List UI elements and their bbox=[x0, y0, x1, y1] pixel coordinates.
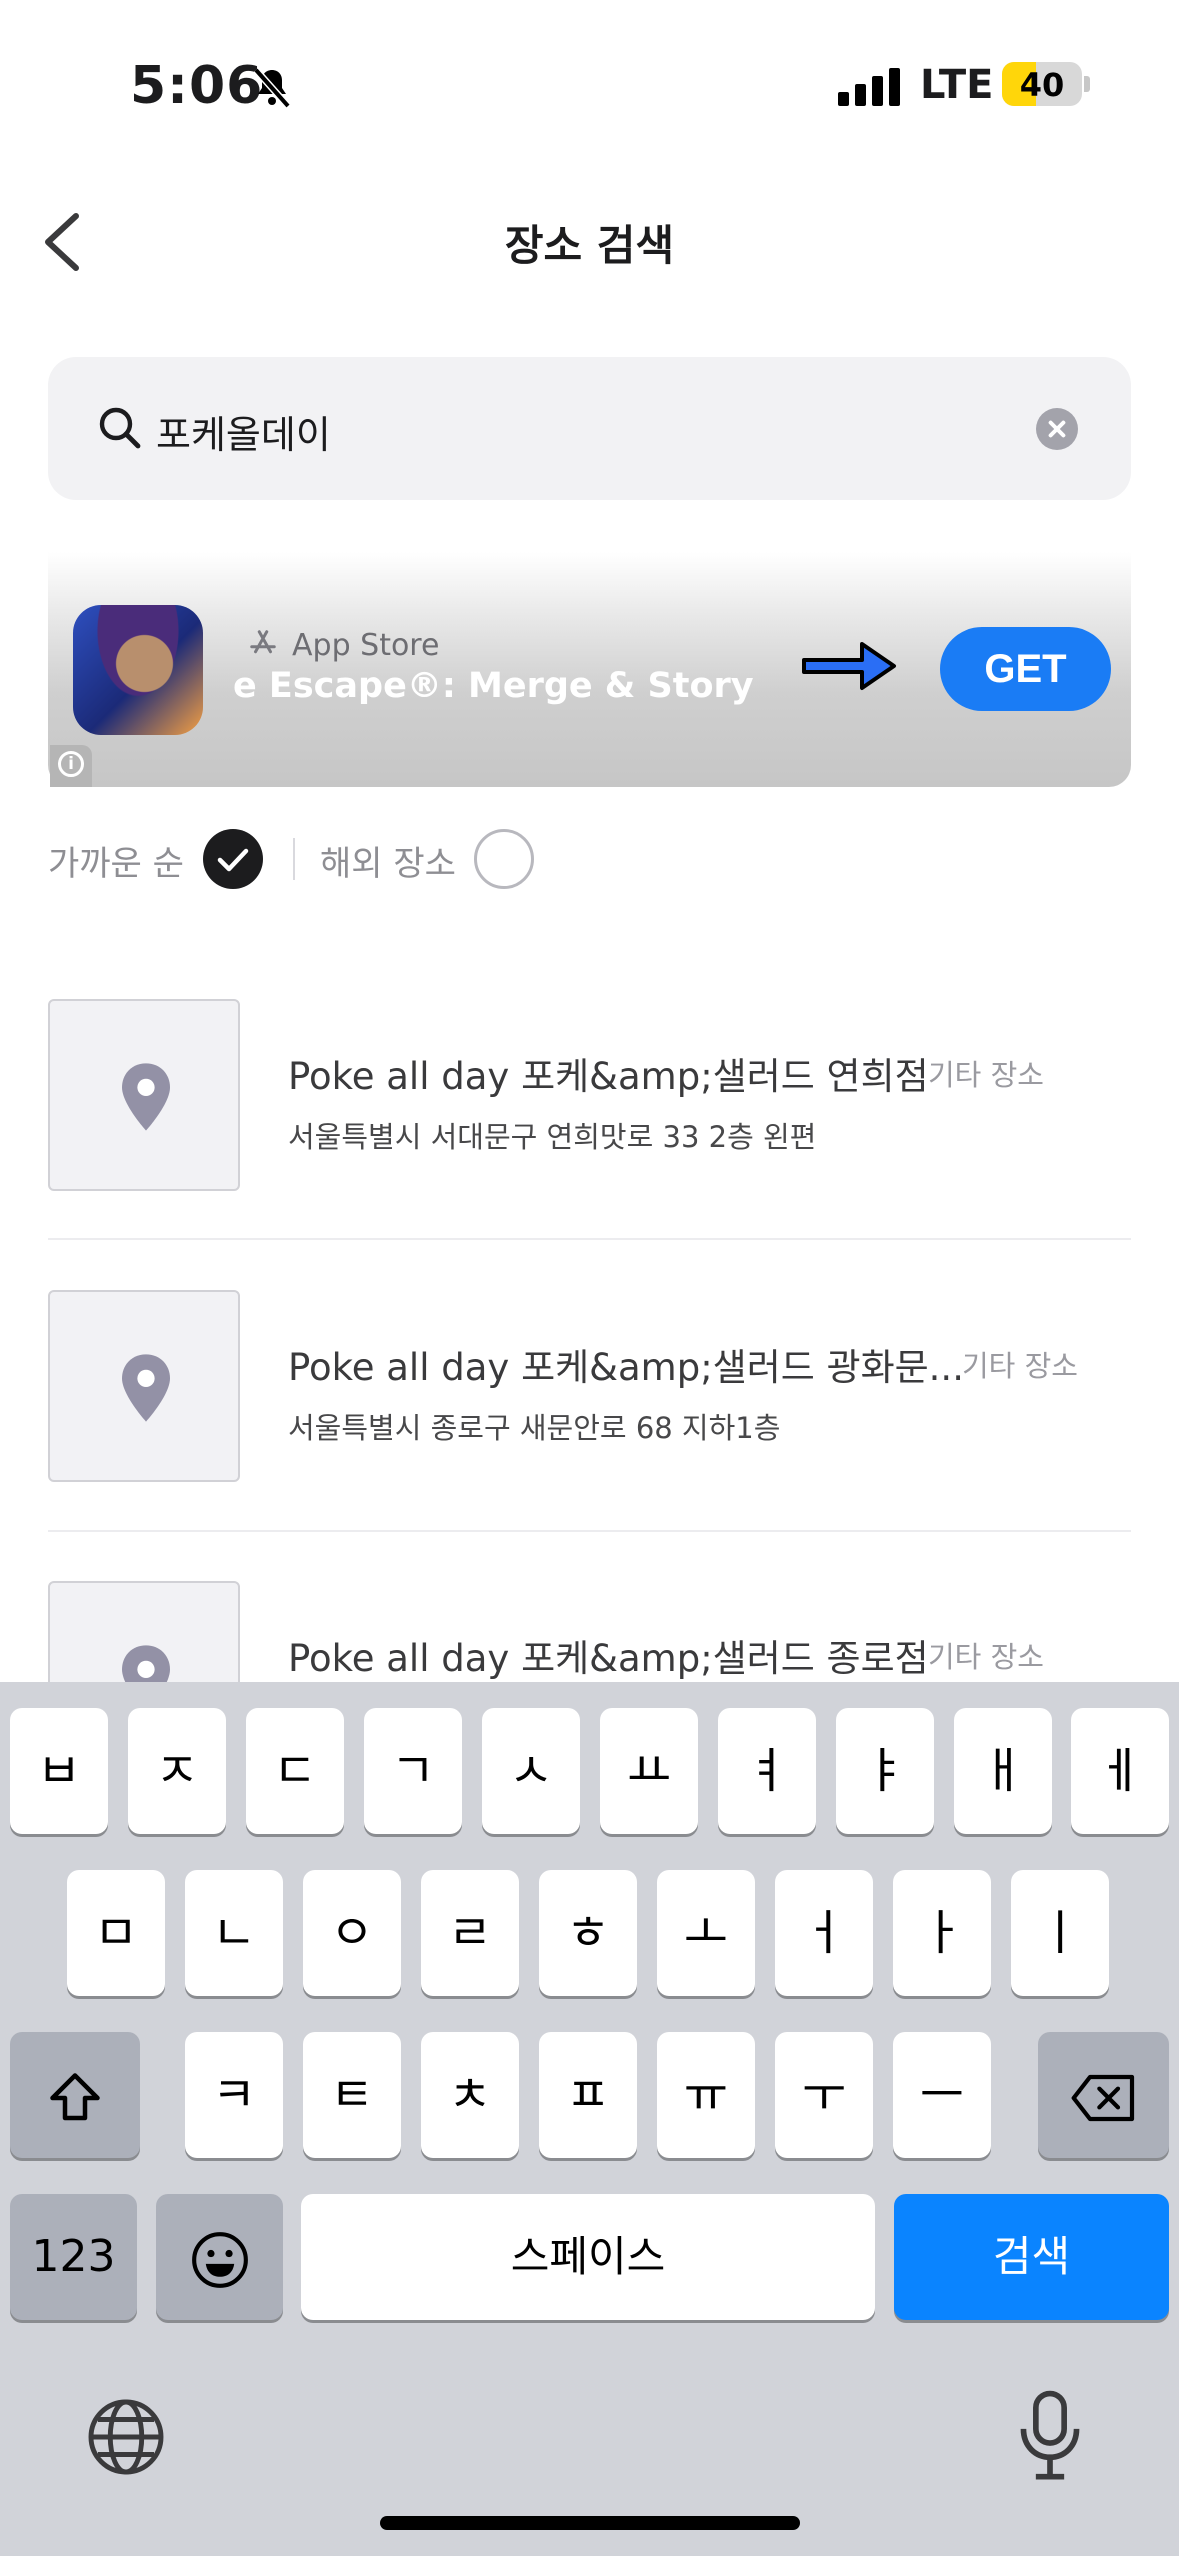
map-pin-icon bbox=[122, 1354, 170, 1422]
search-return-key[interactable]: 검색 bbox=[894, 2194, 1169, 2320]
radio-unchecked-icon[interactable] bbox=[474, 829, 534, 889]
app-icon[interactable] bbox=[73, 605, 203, 735]
cellular-signal-icon bbox=[838, 66, 900, 106]
page-title: 장소 검색 bbox=[504, 221, 675, 270]
key[interactable]: ㅎ bbox=[539, 1870, 637, 1996]
battery-icon: 40 bbox=[1002, 62, 1082, 106]
list-divider bbox=[48, 1238, 1131, 1240]
place-thumbnail[interactable] bbox=[48, 1290, 240, 1482]
key[interactable]: ㅗ bbox=[657, 1870, 755, 1996]
key[interactable]: ㅍ bbox=[539, 2032, 637, 2158]
key[interactable]: ㅂ bbox=[10, 1708, 108, 1834]
search-input[interactable]: 포케올데이 bbox=[156, 404, 331, 459]
battery-cap bbox=[1084, 76, 1090, 92]
place-thumbnail[interactable] bbox=[48, 999, 240, 1191]
checkmark-icon[interactable] bbox=[203, 829, 263, 889]
network-type: LTE bbox=[920, 62, 994, 108]
app-store-icon bbox=[250, 630, 276, 654]
shift-icon bbox=[50, 2073, 100, 2121]
numbers-key[interactable]: 123 bbox=[10, 2194, 137, 2320]
key[interactable]: ㅐ bbox=[954, 1708, 1052, 1834]
ad-info-icon[interactable]: i bbox=[50, 745, 92, 787]
key[interactable]: ㅊ bbox=[421, 2032, 519, 2158]
key[interactable]: ㅈ bbox=[128, 1708, 226, 1834]
key[interactable]: ㅏ bbox=[893, 1870, 991, 1996]
emoji-key[interactable] bbox=[156, 2194, 283, 2320]
microphone-icon[interactable] bbox=[1012, 2390, 1088, 2482]
place-category: 기타 장소 bbox=[928, 1640, 1044, 1674]
key[interactable]: ㅜ bbox=[775, 2032, 873, 2158]
ad-app-name: e Escape®: Merge & Story bbox=[233, 666, 754, 706]
key[interactable]: ㄹ bbox=[421, 1870, 519, 1996]
key[interactable]: ㅌ bbox=[303, 2032, 401, 2158]
search-icon bbox=[99, 407, 141, 449]
place-category: 기타 장소 bbox=[962, 1349, 1078, 1383]
filter-nearest-label[interactable]: 가까운 순 bbox=[48, 836, 184, 885]
battery-percent: 40 bbox=[1019, 66, 1065, 104]
backspace-icon bbox=[1071, 2074, 1134, 2122]
home-indicator bbox=[380, 2516, 800, 2530]
place-name[interactable]: Poke all day 포케&amp;샐러드 광화문... bbox=[288, 1337, 964, 1391]
key[interactable]: ㄷ bbox=[246, 1708, 344, 1834]
space-key[interactable]: 스페이스 bbox=[301, 2194, 875, 2320]
key[interactable]: ㅓ bbox=[775, 1870, 873, 1996]
get-button[interactable]: GET bbox=[940, 627, 1111, 711]
key[interactable]: ㄴ bbox=[185, 1870, 283, 1996]
filter-overseas-label[interactable]: 해외 장소 bbox=[320, 836, 456, 885]
key[interactable]: ㅇ bbox=[303, 1870, 401, 1996]
place-category: 기타 장소 bbox=[928, 1058, 1044, 1092]
arrow-right-icon bbox=[802, 642, 896, 690]
place-name[interactable]: Poke all day 포케&amp;샐러드 연희점 bbox=[288, 1046, 929, 1100]
list-divider bbox=[48, 1530, 1131, 1532]
key[interactable]: ㅑ bbox=[836, 1708, 934, 1834]
bell-slash-icon bbox=[253, 67, 291, 109]
place-name[interactable]: Poke all day 포케&amp;샐러드 종로점 bbox=[288, 1628, 929, 1682]
place-address: 서울특별시 종로구 새문안로 68 지하1층 bbox=[288, 1411, 781, 1445]
key[interactable]: ㅠ bbox=[657, 2032, 755, 2158]
key[interactable]: ㅋ bbox=[185, 2032, 283, 2158]
place-address: 서울특별시 서대문구 연희맛로 33 2층 왼편 bbox=[288, 1120, 817, 1154]
store-label: App Store bbox=[292, 628, 440, 663]
key[interactable]: ㅅ bbox=[482, 1708, 580, 1834]
key[interactable]: ㅁ bbox=[67, 1870, 165, 1996]
key[interactable]: ㅕ bbox=[718, 1708, 816, 1834]
filter-divider bbox=[293, 838, 295, 880]
emoji-icon bbox=[191, 2232, 248, 2288]
key[interactable]: ㅛ bbox=[600, 1708, 698, 1834]
key[interactable]: ㅡ bbox=[893, 2032, 991, 2158]
key[interactable]: ㅣ bbox=[1011, 1870, 1109, 1996]
key[interactable]: ㄱ bbox=[364, 1708, 462, 1834]
globe-icon[interactable] bbox=[84, 2395, 168, 2479]
status-time: 5:06 bbox=[130, 56, 264, 116]
map-pin-icon bbox=[122, 1063, 170, 1131]
backspace-key[interactable] bbox=[1038, 2032, 1169, 2158]
key[interactable]: ㅔ bbox=[1071, 1708, 1169, 1834]
shift-key[interactable] bbox=[10, 2032, 140, 2158]
clear-search-icon[interactable] bbox=[1036, 408, 1078, 450]
